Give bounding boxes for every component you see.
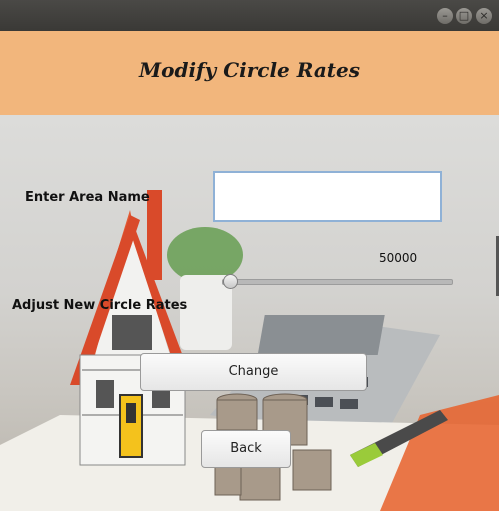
- slider-value-label: 50000: [379, 251, 418, 265]
- change-button[interactable]: Change: [140, 353, 367, 391]
- back-button[interactable]: Back: [201, 430, 291, 468]
- close-icon[interactable]: ×: [476, 8, 492, 24]
- area-name-label: Enter Area Name: [25, 190, 150, 205]
- page-title: Modify Circle Rates: [138, 58, 361, 82]
- minimize-icon[interactable]: –: [437, 8, 453, 24]
- area-name-input[interactable]: [213, 171, 442, 222]
- circle-rate-label: Adjust New Circle Rates: [12, 298, 188, 313]
- header-banner: Modify Circle Rates: [0, 31, 499, 115]
- circle-rate-slider[interactable]: [222, 279, 453, 285]
- maximize-icon[interactable]: □: [456, 8, 472, 24]
- window-titlebar[interactable]: – □ ×: [0, 0, 499, 31]
- slider-thumb[interactable]: [222, 274, 238, 289]
